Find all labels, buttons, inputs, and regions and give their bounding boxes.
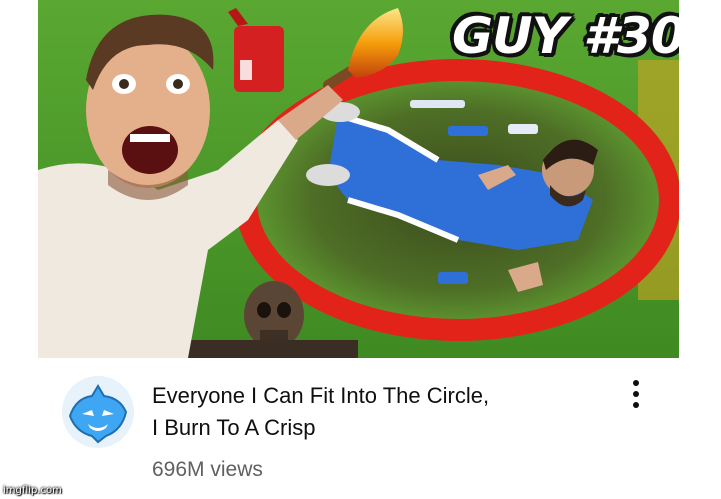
thumbnail-overlay-text: GUY #30 — [452, 7, 679, 65]
debris — [410, 100, 465, 108]
debris — [448, 126, 488, 136]
vertical-ellipsis-icon — [633, 402, 639, 408]
channel-avatar[interactable] — [62, 376, 134, 448]
debris — [508, 124, 538, 134]
video-title[interactable]: Everyone I Can Fit Into The Circle, I Bu… — [152, 380, 592, 444]
debris — [438, 272, 468, 284]
vertical-ellipsis-icon — [633, 391, 639, 397]
more-options-button[interactable] — [622, 374, 650, 414]
imgflip-watermark: imgflip.com — [3, 485, 62, 496]
video-title-line-2: I Burn To A Crisp — [152, 415, 316, 440]
vertical-ellipsis-icon — [633, 380, 639, 386]
video-title-line-1: Everyone I Can Fit Into The Circle, — [152, 383, 490, 408]
video-card: GUY #30 Everyone I Can Fit Into The Circ… — [0, 0, 721, 499]
video-thumbnail[interactable]: GUY #30 — [38, 0, 679, 358]
view-count: 696M views — [152, 458, 263, 481]
wolf-mascot-icon — [62, 376, 134, 448]
